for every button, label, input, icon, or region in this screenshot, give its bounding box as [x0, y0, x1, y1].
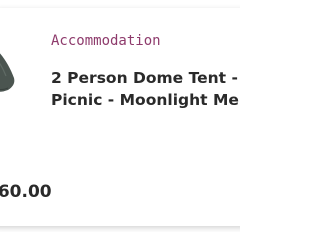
product-category: Accommodation [51, 33, 161, 49]
product-image[interactable] [0, 30, 20, 120]
product-price: 360.00 [0, 182, 52, 202]
product-title-line-1: 2 Person Dome Tent - I [51, 69, 240, 87]
product-title[interactable]: 2 Person Dome Tent - I Picnic - Moonligh… [51, 67, 240, 111]
screen: Accommodation 2 Person Dome Tent - I Pic… [0, 0, 240, 240]
product-title-line-2: Picnic - Moonlight Me [51, 91, 239, 109]
background-strip [0, 232, 240, 240]
dome-tent-image [0, 53, 15, 92]
product-card[interactable]: Accommodation 2 Person Dome Tent - I Pic… [0, 8, 240, 226]
